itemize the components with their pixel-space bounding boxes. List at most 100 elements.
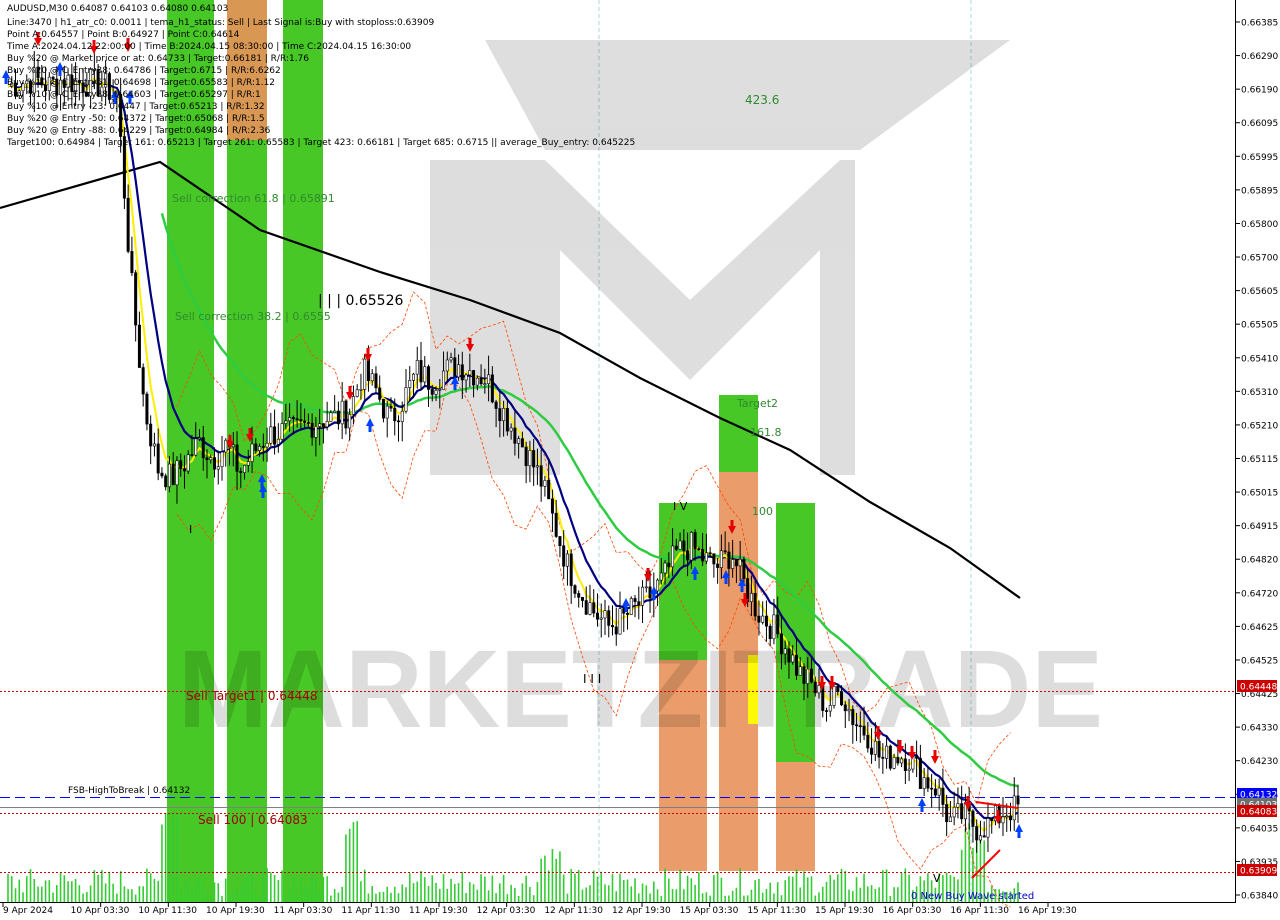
candle-body [164, 475, 168, 488]
sell-arrow-icon [644, 568, 652, 582]
candle-body [201, 437, 205, 459]
volume-bar [604, 884, 606, 902]
candle-body [836, 686, 840, 692]
candle-body [182, 468, 186, 472]
volume-bar [806, 877, 809, 902]
volume-bar [773, 893, 775, 902]
candle-body [982, 835, 986, 838]
volume-bar [615, 891, 618, 902]
candle-body [288, 417, 292, 422]
candle-body [738, 558, 742, 567]
volume-bar [337, 892, 340, 902]
volume-bar [716, 871, 719, 902]
candle-body [689, 532, 693, 561]
candle-body [385, 405, 389, 419]
volume-bar [326, 876, 328, 902]
volume-bar [739, 868, 741, 902]
candle-body [569, 553, 573, 586]
fsb-high-to-break-label: FSB-HighToBreak | 0.64132 [68, 786, 190, 796]
candle-body [783, 648, 787, 655]
candle-body [926, 777, 930, 789]
candle-body [933, 788, 937, 796]
volume-bar [562, 874, 565, 902]
candle-body [145, 393, 149, 425]
volume-bar [18, 879, 21, 902]
candle-body [588, 602, 592, 615]
volume-bar [656, 889, 659, 902]
volume-bar [89, 885, 92, 902]
volume-bar [239, 883, 242, 902]
candle-body [937, 787, 941, 796]
volume-bar [821, 886, 824, 902]
candle-body [494, 401, 498, 409]
volume-bar [600, 871, 603, 902]
volume-bar [176, 817, 178, 902]
volume-bar [660, 895, 663, 902]
volume-bar [416, 881, 419, 902]
candle-body [329, 412, 333, 422]
volume-bar [363, 869, 366, 902]
candle-body [141, 367, 145, 395]
candle-body [734, 559, 738, 567]
candle-body [757, 615, 761, 623]
candle-body [922, 777, 926, 789]
volume-bar [893, 887, 895, 902]
candle-body [393, 407, 397, 422]
zone-orange-10 [776, 762, 815, 871]
candle-body [423, 366, 427, 383]
candle-body [746, 578, 750, 603]
candle-body [160, 472, 164, 477]
volume-bar [93, 870, 96, 902]
candle-body [175, 460, 179, 486]
volume-bar [277, 880, 280, 902]
volume-bar [641, 883, 644, 902]
volume-bar [833, 879, 835, 902]
x-tick-label: 9 Apr 2024 [3, 906, 53, 916]
candle-body [701, 549, 705, 562]
price-badge-label: 0.63909 [1240, 867, 1277, 877]
wave-i-label: I [189, 523, 192, 536]
volume-bar [153, 878, 156, 902]
volume-bar [183, 881, 186, 902]
volume-bar [589, 885, 591, 902]
candle-body [798, 666, 802, 676]
y-tick-label: 0.65115 [1241, 455, 1278, 465]
volume-bar [863, 873, 865, 902]
candle-body [761, 615, 765, 623]
volume-bar [82, 893, 84, 902]
y-tick-label: 0.65605 [1241, 287, 1278, 297]
volume-bar [904, 868, 907, 902]
wave-iii-label: I I I [583, 672, 601, 686]
candle-body [509, 427, 513, 432]
candle-body [708, 552, 712, 555]
volume-bar [40, 886, 43, 902]
candle-body [610, 625, 614, 628]
candle-body [550, 498, 554, 514]
candle-body [731, 559, 735, 569]
volume-bar [360, 881, 362, 902]
candle-body [832, 686, 836, 706]
candle-body [794, 654, 798, 676]
volume-bar [851, 891, 854, 902]
candle-body [306, 422, 310, 424]
candle-body [179, 460, 183, 469]
candle-body [900, 758, 904, 764]
volume-bar [900, 872, 903, 902]
volume-bar [292, 878, 295, 902]
price-badge-label: 0.64448 [1240, 683, 1277, 693]
volume-bar [555, 858, 557, 902]
volume-bar [686, 875, 689, 902]
volume-bar [619, 873, 621, 902]
x-tick-label: 10 Apr 19:30 [206, 906, 265, 916]
volume-bar [675, 889, 678, 902]
volume-bar [874, 889, 877, 902]
volume-bar [78, 885, 81, 902]
buy-arrow-icon [918, 798, 926, 812]
volume-bar [750, 889, 753, 902]
volume-bar [825, 881, 828, 902]
x-tick-label: 16 Apr 19:30 [1018, 906, 1077, 916]
volume-bar [450, 878, 452, 902]
volume-bar [622, 879, 625, 902]
candle-body [956, 803, 960, 808]
volume-bar [179, 889, 182, 902]
